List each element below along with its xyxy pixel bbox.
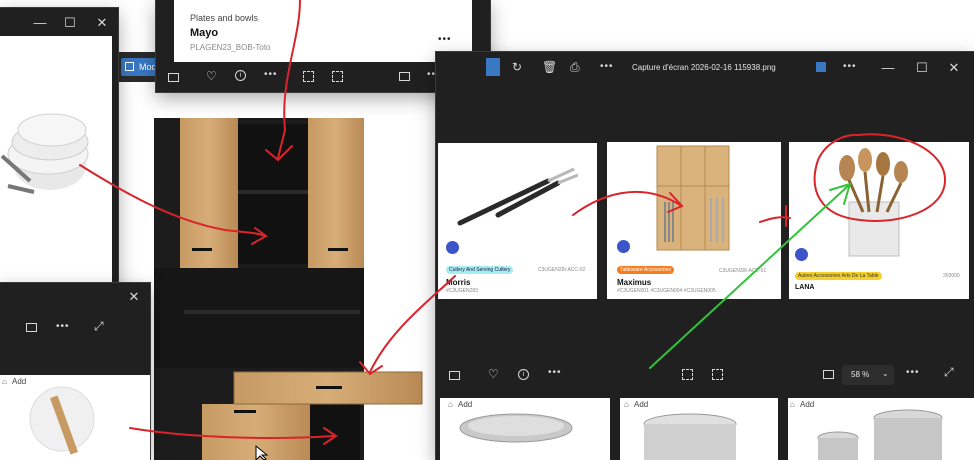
- cutlery-tray-image: [656, 145, 730, 251]
- background-badge[interactable]: Mod: [121, 58, 161, 76]
- small-window-content: ⌂ Add: [0, 375, 150, 460]
- product-title: Morris: [446, 278, 471, 287]
- pot-image: [643, 413, 737, 460]
- fit-icon[interactable]: [399, 72, 410, 81]
- product-card-lana[interactable]: Autres Accessoires Arts De La Table 3030…: [789, 142, 969, 299]
- colander-card[interactable]: ⌂ Add: [440, 398, 610, 460]
- edit-icon: [125, 62, 134, 71]
- expand-icon[interactable]: ⤢: [944, 365, 954, 380]
- pot-card[interactable]: ⌂ Add: [620, 398, 778, 460]
- text-scan-icon[interactable]: [332, 71, 343, 82]
- photos-viewer-window: ↻ 🗑 ⎙ ••• Capture d'écran 2026-02-16 115…: [436, 52, 974, 460]
- product-card-maximus[interactable]: Tableware Accessories C3UGEN30I-ACC-01 M…: [607, 142, 781, 299]
- small-window-toolbar: ••• ⤢: [0, 319, 150, 341]
- viewer-titlebar: ↻ 🗑 ⎙ ••• Capture d'écran 2026-02-16 115…: [436, 52, 974, 84]
- delete-icon[interactable]: 🗑: [542, 60, 557, 74]
- film-strip-icon[interactable]: [168, 73, 179, 82]
- info-icon[interactable]: i: [518, 369, 529, 380]
- cookware-set-card[interactable]: ⌂ Add: [788, 398, 974, 460]
- background-badge-label: Mod: [139, 62, 157, 72]
- left-window-image-area: [0, 36, 112, 304]
- product-tag: Tableware Accessories: [617, 266, 674, 274]
- left-window-close-button[interactable]: ✕: [92, 15, 112, 31]
- zoom-level: 58 %: [851, 370, 870, 379]
- viewer-toolbar-more-menu[interactable]: •••: [548, 367, 562, 378]
- viewer-minimize-button[interactable]: —: [878, 60, 898, 76]
- left-window-maximize-button[interactable]: ☐: [60, 15, 80, 31]
- product-code: C3UGEN30I-ACC-01: [719, 268, 767, 274]
- chevron-down-icon: ⌄: [882, 369, 889, 378]
- product-code: 303000: [943, 273, 960, 279]
- fit-icon[interactable]: [823, 370, 834, 379]
- small-window-close-button[interactable]: ✕: [124, 289, 144, 305]
- product-name: Mayo: [190, 27, 219, 39]
- brand-logo-icon: [446, 241, 459, 254]
- small-window: ✕ ••• ⤢ ⌂ Add: [0, 283, 150, 460]
- cookware-set-image: [817, 409, 943, 460]
- product-toolbar-more-menu[interactable]: •••: [264, 69, 278, 80]
- brand-logo-icon: [795, 248, 808, 261]
- info-icon[interactable]: i: [235, 70, 246, 81]
- expand-icon[interactable]: ⤢: [94, 319, 104, 334]
- viewer-bottom-toolbar: ♡ i ••• 58 % ⌄ ••• ⤢: [436, 362, 974, 390]
- product-tag: Autres Accessoires Arts De La Table: [795, 272, 882, 280]
- product-ref: PLAGEN23_BOB-Toto: [190, 43, 271, 52]
- viewer-more-menu[interactable]: •••: [600, 61, 614, 72]
- film-strip-icon[interactable]: [449, 371, 460, 380]
- product-card: Plates and bowls Mayo PLAGEN23_BOB-Toto …: [174, 0, 472, 62]
- product-category: Plates and bowls: [190, 13, 259, 23]
- product-card-morris[interactable]: Cutlery And Serving Cutlery C3UGEN29I-AC…: [438, 143, 597, 299]
- viewer-side-badge: [486, 58, 500, 76]
- product-code: C3UGEN29I-ACC-02: [538, 267, 586, 273]
- cutlery-image: [457, 167, 579, 226]
- bowls-image: [0, 113, 89, 194]
- viewer-close-button[interactable]: ✕: [944, 60, 964, 76]
- left-window-minimize-button[interactable]: —: [30, 15, 50, 31]
- kitchen-utensils-image: [839, 148, 908, 257]
- viewer-toolbar-more-menu-2[interactable]: •••: [906, 367, 920, 378]
- small-window-more-menu[interactable]: •••: [56, 321, 70, 332]
- product-sub: #C3UGEN001 #C3UGEN004 #C3UGEN005: [617, 288, 716, 294]
- rotate-icon[interactable]: ↻: [512, 60, 522, 74]
- scan-icon[interactable]: [303, 71, 314, 82]
- heart-icon[interactable]: ♡: [206, 69, 217, 83]
- scan-icon[interactable]: [682, 369, 693, 380]
- cabinet-illustration: [150, 110, 440, 460]
- product-more-menu[interactable]: •••: [438, 34, 452, 45]
- text-scan-icon[interactable]: [712, 369, 723, 380]
- colander-image: [459, 413, 573, 443]
- product-title: LANA: [795, 284, 815, 291]
- board-image: [29, 386, 95, 455]
- viewer-title: Capture d'écran 2026-02-16 115938.png: [632, 63, 776, 72]
- edit-icon[interactable]: [816, 62, 826, 72]
- print-icon[interactable]: ⎙: [570, 60, 580, 75]
- film-strip-icon[interactable]: [26, 323, 37, 332]
- brand-logo-icon: [617, 240, 630, 253]
- heart-icon[interactable]: ♡: [488, 367, 499, 381]
- viewer-more-menu-2[interactable]: •••: [843, 61, 857, 72]
- product-tag: Cutlery And Serving Cutlery: [446, 266, 514, 274]
- product-title: Maximus: [617, 278, 652, 287]
- zoom-dropdown[interactable]: 58 % ⌄: [842, 365, 894, 385]
- viewer-maximize-button[interactable]: ☐: [912, 60, 932, 76]
- product-sub: #C3UGEN283: [446, 288, 478, 294]
